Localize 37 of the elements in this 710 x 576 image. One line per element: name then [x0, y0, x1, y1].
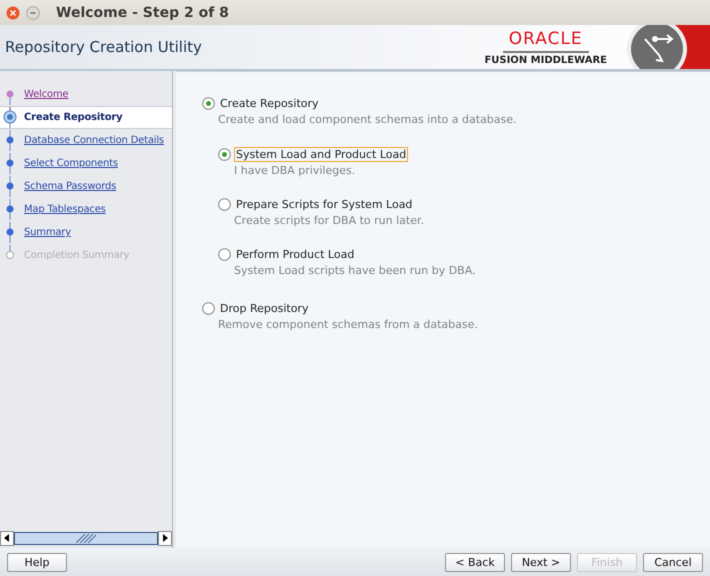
step-icon [2, 107, 18, 128]
option-description: System Load scripts have been run by DBA. [234, 264, 477, 277]
radio-label[interactable]: Perform Product Load [234, 247, 356, 262]
window-title: Welcome - Step 2 of 8 [56, 4, 229, 20]
radio-button[interactable] [218, 148, 231, 161]
step-link[interactable]: Schema Passwords [24, 181, 116, 192]
step-link[interactable]: Summary [24, 227, 71, 238]
option-description: Remove component schemas from a database. [218, 318, 479, 331]
radio-label[interactable]: Create Repository [218, 96, 321, 111]
option-description: Create and load component schemas into a database. [218, 113, 518, 126]
option-description: I have DBA privileges. [234, 164, 356, 177]
product-name: FUSION MIDDLEWARE [484, 54, 607, 66]
radio-button[interactable] [202, 97, 215, 110]
help-button[interactable]: Help [7, 552, 67, 572]
wizard-button[interactable]: Next > [511, 552, 571, 572]
brand-logo: ORACLE [502, 28, 589, 52]
app-title: Repository Creation Utility [5, 38, 202, 56]
radio-button[interactable] [202, 302, 215, 315]
step-link[interactable]: Database Connection Details [24, 135, 164, 146]
horizontal-scrollbar[interactable] [0, 531, 172, 545]
minimize-icon[interactable] [26, 6, 40, 20]
radio-button[interactable] [218, 248, 231, 261]
left-arrow-icon[interactable] [4, 534, 10, 542]
right-arrow-icon[interactable] [162, 534, 168, 542]
radio-label[interactable]: Drop Repository [218, 301, 310, 316]
radio-label[interactable]: Prepare Scripts for System Load [234, 197, 414, 212]
wizard-button[interactable]: Cancel [643, 552, 703, 572]
option-description: Create scripts for DBA to run later. [234, 214, 425, 227]
radio-label[interactable]: System Load and Product Load [234, 147, 408, 162]
grip-icon [76, 534, 96, 542]
step-link[interactable]: Create Repository [24, 112, 122, 123]
step-link[interactable]: Welcome [24, 89, 68, 100]
step-link[interactable]: Select Components [24, 158, 118, 169]
close-icon[interactable] [6, 6, 20, 20]
step-link[interactable]: Map Tablespaces [24, 204, 106, 215]
radio-button[interactable] [218, 198, 231, 211]
wizard-button[interactable]: < Back [445, 552, 505, 572]
